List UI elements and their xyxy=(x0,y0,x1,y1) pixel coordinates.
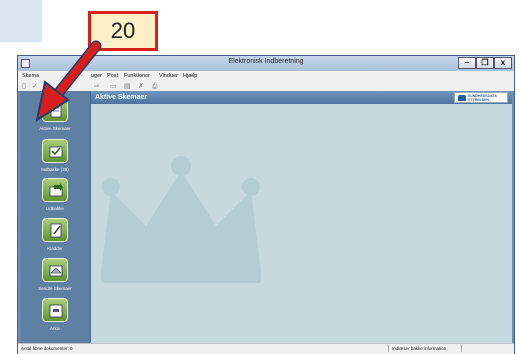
close-button[interactable]: x xyxy=(494,57,512,69)
status-loading: Indlæser bakke information xyxy=(388,345,462,352)
status-bar: Antal åbne dokumenter: 0 Indlæser bakke … xyxy=(18,343,514,354)
sidebar-item-label: Indbakke (39) xyxy=(41,167,69,172)
main-panel: Aktive Skemaer SUNDHEDSDATA STYRELSEN xyxy=(91,91,512,343)
outbox-icon xyxy=(42,178,68,202)
sidebar-item-label: Arkiv xyxy=(50,326,60,331)
delete-icon[interactable]: ✗ xyxy=(138,82,144,90)
crown-watermark-icon xyxy=(101,156,261,283)
archive-icon xyxy=(42,298,68,322)
main-header: Aktive Skemaer SUNDHEDSDATA STYRELSEN xyxy=(91,91,512,104)
sent-icon xyxy=(42,258,68,282)
sidebar-item-label: Sendte Skemaer xyxy=(38,286,72,291)
draft-icon xyxy=(42,218,68,242)
status-open-documents: Antal åbne dokumenter: 0 xyxy=(21,346,73,351)
maximize-button[interactable]: ❐ xyxy=(476,57,494,69)
menu-item-hjaelp[interactable]: Hjælp xyxy=(183,73,197,79)
menu-item-funktioner[interactable]: Funktioner xyxy=(124,73,150,79)
logo-line-2: STYRELSEN xyxy=(468,98,490,102)
print-icon[interactable]: ⎙ xyxy=(152,82,158,90)
minimize-button[interactable]: – xyxy=(458,57,476,69)
sidebar-item-label: Kladder xyxy=(47,246,63,251)
inbox-icon xyxy=(42,139,68,163)
pointer-arrow-icon xyxy=(35,40,102,123)
sidebar-item-label: Udbakke xyxy=(46,206,64,211)
menu-item-vinduer[interactable]: Vinduer xyxy=(159,73,178,79)
copy-icon[interactable]: ▤ xyxy=(124,82,131,90)
sundhedsdata-logo: SUNDHEDSDATA STYRELSEN xyxy=(454,92,508,103)
crown-icon xyxy=(458,95,466,101)
